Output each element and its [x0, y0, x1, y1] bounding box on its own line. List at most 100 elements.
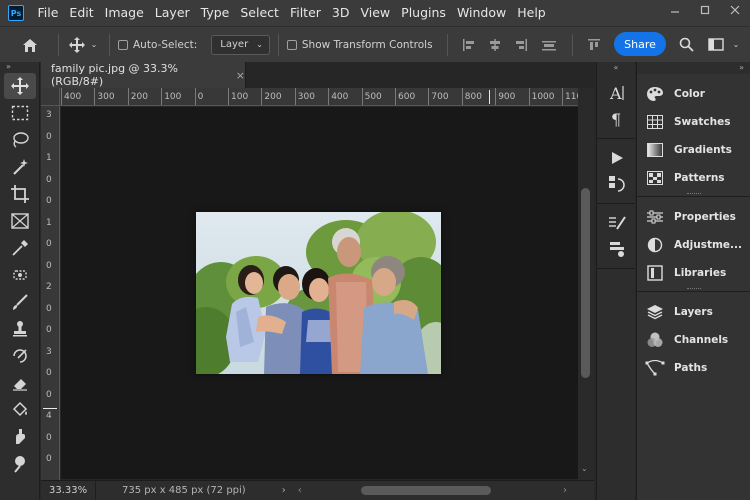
- horizontal-scroll-thumb[interactable]: [361, 486, 491, 495]
- distribute-icon[interactable]: [534, 30, 564, 60]
- palette-icon: [645, 86, 665, 102]
- panel-label: Adjustme...: [674, 239, 743, 251]
- collapse-dock-icon[interactable]: »: [637, 62, 750, 74]
- channels-icon: [645, 332, 665, 348]
- menu-plugins[interactable]: Plugins: [396, 0, 452, 26]
- tools-panel: »: [0, 62, 40, 500]
- collapse-toolbar-icon[interactable]: »: [0, 62, 39, 72]
- history-panel-icon[interactable]: [597, 171, 636, 197]
- lasso-tool-icon[interactable]: [4, 127, 36, 153]
- share-button[interactable]: Share: [614, 32, 666, 56]
- clone-source-icon[interactable]: [597, 236, 636, 262]
- marquee-tool-icon[interactable]: [4, 100, 36, 126]
- vertical-ruler[interactable]: 3 0 1 0 0 1 0 0 2 0 0 3 0 0 4 0 0: [41, 106, 60, 480]
- ruler-cursor-marker: [489, 90, 490, 104]
- panel-tab-patterns[interactable]: Patterns: [637, 164, 750, 192]
- horizontal-ruler[interactable]: 400 300 200 100 0 100 200 300 400 500 600 700 800 900…: [60, 88, 578, 106]
- character-panel-icon[interactable]: A: [597, 80, 636, 106]
- panel-tab-paths[interactable]: Paths: [637, 354, 750, 382]
- menu-filter[interactable]: Filter: [284, 0, 326, 26]
- panels-dock: » Color Swatches Gradients Patterns Prop…: [636, 62, 750, 500]
- search-icon[interactable]: [676, 31, 696, 57]
- layer-select[interactable]: Layer ⌄: [211, 34, 270, 55]
- ruler-label: 1: [46, 217, 52, 228]
- chevron-down-icon[interactable]: ⌄: [729, 31, 743, 57]
- brush-settings-icon[interactable]: [597, 210, 636, 236]
- magic-wand-icon[interactable]: [4, 154, 36, 180]
- menu-window[interactable]: Window: [451, 0, 511, 26]
- panel-tab-swatches[interactable]: Swatches: [637, 108, 750, 136]
- auto-select-checkbox[interactable]: [118, 39, 128, 50]
- panel-tab-adjustments[interactable]: Adjustme...: [637, 231, 750, 259]
- align-center-icon[interactable]: [482, 30, 508, 60]
- align-right-icon[interactable]: [508, 30, 534, 60]
- home-icon[interactable]: [10, 30, 50, 60]
- scroll-left-icon[interactable]: ‹: [298, 485, 302, 496]
- brush-tool-icon[interactable]: [4, 289, 36, 315]
- panel-grip[interactable]: [687, 193, 701, 194]
- eyedropper-tool-icon[interactable]: [4, 235, 36, 261]
- panel-label: Paths: [674, 362, 708, 374]
- panel-tab-gradients[interactable]: Gradients: [637, 136, 750, 164]
- menu-view[interactable]: View: [355, 0, 396, 26]
- eraser-tool-icon[interactable]: [4, 370, 36, 396]
- ruler-corner[interactable]: [41, 88, 60, 106]
- move-tool-icon[interactable]: [67, 30, 87, 60]
- ruler-label: 300: [297, 92, 315, 102]
- frame-tool-icon[interactable]: [4, 208, 36, 234]
- panel-tab-channels[interactable]: Channels: [637, 326, 750, 354]
- vertical-scroll-thumb[interactable]: [581, 188, 590, 378]
- menu-edit[interactable]: Edit: [64, 0, 99, 26]
- vertical-scrollbar[interactable]: ⌄: [578, 88, 594, 480]
- status-expand-icon[interactable]: ›: [282, 485, 286, 496]
- panel-grip[interactable]: [687, 288, 701, 289]
- menu-bar: Ps File Edit Image Layer Type Select Fil…: [0, 0, 750, 26]
- swatches-grid-icon: [645, 115, 665, 129]
- workspace-icon[interactable]: [705, 31, 727, 57]
- close-window-icon[interactable]: [720, 0, 750, 20]
- panel-tab-properties[interactable]: Properties: [637, 203, 750, 231]
- scroll-down-icon[interactable]: ⌄: [581, 464, 588, 473]
- ruler-tick: [61, 88, 62, 105]
- ruler-label: 600: [398, 92, 416, 102]
- separator: [571, 33, 573, 56]
- close-tab-icon[interactable]: ×: [236, 69, 245, 82]
- maximize-icon[interactable]: [690, 0, 720, 20]
- align-top-icon[interactable]: [581, 30, 607, 60]
- panel-label: Gradients: [674, 144, 732, 156]
- minimize-icon[interactable]: [660, 0, 690, 20]
- dodge-tool-icon[interactable]: [4, 451, 36, 477]
- ruler-label: 0: [46, 432, 52, 443]
- chevron-down-icon[interactable]: ⌄: [87, 30, 101, 60]
- paragraph-panel-icon[interactable]: ¶: [597, 106, 636, 132]
- status-bar: 33.33% 735 px x 485 px (72 ppi) › ‹ ›: [41, 480, 594, 500]
- menu-3d[interactable]: 3D: [326, 0, 355, 26]
- collapse-panels-icon[interactable]: «: [597, 62, 635, 74]
- photoshop-logo-icon: Ps: [8, 5, 24, 21]
- ruler-tick: [161, 88, 163, 105]
- menu-help[interactable]: Help: [512, 0, 552, 26]
- menu-layer[interactable]: Layer: [149, 0, 195, 26]
- panel-tab-libraries[interactable]: Libraries: [637, 259, 750, 287]
- clone-stamp-icon[interactable]: [4, 316, 36, 342]
- document-tab[interactable]: family pic.jpg @ 33.3% (RGB/8#) ×: [41, 62, 246, 88]
- healing-brush-icon[interactable]: [4, 262, 36, 288]
- ruler-tick: [261, 88, 263, 105]
- menu-type[interactable]: Type: [195, 0, 235, 26]
- smudge-tool-icon[interactable]: [4, 424, 36, 450]
- panel-tab-color[interactable]: Color: [637, 80, 750, 108]
- align-left-icon[interactable]: [456, 30, 482, 60]
- zoom-level[interactable]: 33.33%: [41, 480, 96, 500]
- panel-tab-layers[interactable]: Layers: [637, 298, 750, 326]
- scroll-right-icon[interactable]: ›: [563, 485, 567, 496]
- move-tool-icon[interactable]: [4, 73, 36, 99]
- actions-play-icon[interactable]: [597, 145, 636, 171]
- crop-tool-icon[interactable]: [4, 181, 36, 207]
- paint-bucket-icon[interactable]: [4, 397, 36, 423]
- transform-controls-checkbox[interactable]: [286, 39, 297, 50]
- menu-image[interactable]: Image: [99, 0, 149, 26]
- menu-select[interactable]: Select: [235, 0, 285, 26]
- history-brush-icon[interactable]: [4, 343, 36, 369]
- menu-file[interactable]: File: [32, 0, 64, 26]
- family-photo[interactable]: [196, 212, 441, 374]
